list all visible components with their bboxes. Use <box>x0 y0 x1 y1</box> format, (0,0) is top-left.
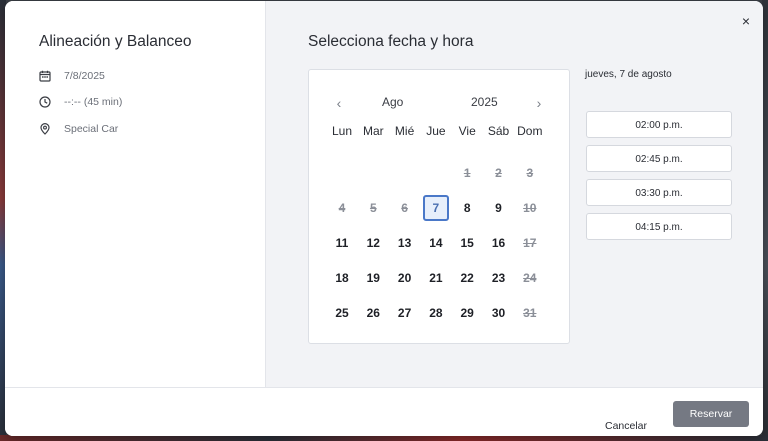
calendar-day[interactable]: 11 <box>329 230 355 256</box>
time-row: --:-- (45 min) <box>39 94 122 110</box>
service-summary-panel: Alineación y Balanceo 7/8/2025 --:-- (45… <box>5 1 266 387</box>
weekday-label: Vie <box>458 124 476 138</box>
service-date: 7/8/2025 <box>64 70 105 82</box>
weekday-label: Dom <box>517 124 543 138</box>
calendar-day[interactable]: 29 <box>454 300 480 326</box>
calendar-day[interactable]: 22 <box>454 265 480 291</box>
service-location: Special Car <box>64 123 119 135</box>
weekday-label: Jue <box>426 124 446 138</box>
calendar-day[interactable]: 30 <box>486 300 512 326</box>
calendar-day-selected[interactable]: 7 <box>422 195 449 221</box>
time-slot-button[interactable]: 02:00 p.m. <box>586 111 732 138</box>
calendar-day-disabled: 17 <box>523 236 537 250</box>
selected-date-label: jueves, 7 de agosto <box>585 69 672 80</box>
date-row: 7/8/2025 <box>39 68 105 84</box>
weekday-label: Mar <box>362 124 384 138</box>
day-grid: 1 2 3 4 5 6 7 8 9 10 11 12 13 14 15 16 17 18 19 20 21 22 23 24 2… <box>329 150 549 330</box>
year-selector[interactable]: 2025 <box>471 95 498 109</box>
location-pin-icon <box>40 123 50 135</box>
calendar-day[interactable]: 14 <box>423 230 449 256</box>
calendar-day[interactable]: 19 <box>360 265 386 291</box>
calendar-day-disabled: 6 <box>401 201 408 215</box>
cancel-button[interactable]: Cancelar <box>595 414 657 436</box>
weekday-header: Lun Mar Mié Jue Vie Sáb Dom <box>329 124 549 140</box>
booking-modal: Alineación y Balanceo 7/8/2025 --:-- (45… <box>5 1 763 436</box>
calendar-day-disabled: 24 <box>523 271 537 285</box>
next-month-button[interactable]: › <box>530 94 548 112</box>
scheduling-panel: Selecciona fecha y hora ‹ Ago 2025 › Lun… <box>266 1 763 387</box>
service-title: Alineación y Balanceo <box>39 33 192 50</box>
time-slot-button[interactable]: 03:30 p.m. <box>586 179 732 206</box>
location-row: Special Car <box>39 121 118 137</box>
clock-icon <box>39 96 51 108</box>
calendar-icon <box>39 70 51 82</box>
calendar-day[interactable]: 27 <box>392 300 418 326</box>
time-slot-button[interactable]: 04:15 p.m. <box>586 213 732 240</box>
calendar-day[interactable]: 18 <box>329 265 355 291</box>
weekday-label: Mié <box>394 124 415 138</box>
calendar-day-disabled: 10 <box>523 201 537 215</box>
close-icon[interactable]: × <box>738 13 754 29</box>
calendar-day[interactable]: 15 <box>454 230 480 256</box>
panel-title: Selecciona fecha y hora <box>308 33 474 50</box>
time-slot-button[interactable]: 02:45 p.m. <box>586 145 732 172</box>
prev-month-button[interactable]: ‹ <box>330 94 348 112</box>
calendar-day[interactable]: 21 <box>423 265 449 291</box>
calendar-day[interactable]: 12 <box>360 230 386 256</box>
calendar-day[interactable]: 20 <box>392 265 418 291</box>
calendar-day-disabled: 2 <box>495 166 502 180</box>
calendar-day-disabled: 31 <box>523 306 537 320</box>
weekday-label: Sáb <box>487 124 510 138</box>
calendar-day[interactable]: 9 <box>486 195 512 221</box>
reserve-button[interactable]: Reservar <box>673 401 749 427</box>
calendar-day-disabled: 5 <box>369 201 377 215</box>
month-selector[interactable]: Ago <box>382 95 403 109</box>
calendar-day[interactable]: 25 <box>329 300 355 326</box>
calendar-day[interactable]: 28 <box>423 300 449 326</box>
calendar-day[interactable]: 8 <box>454 195 480 221</box>
calendar-day[interactable]: 26 <box>360 300 386 326</box>
calendar-day[interactable]: 16 <box>486 230 512 256</box>
calendar-day-disabled: 3 <box>526 166 534 180</box>
calendar-day[interactable]: 13 <box>392 230 418 256</box>
calendar-day-disabled: 4 <box>338 201 346 215</box>
service-time: --:-- (45 min) <box>64 96 123 108</box>
calendar-day[interactable]: 23 <box>486 265 512 291</box>
weekday-label: Lun <box>331 124 353 138</box>
calendar: ‹ Ago 2025 › Lun Mar Mié Jue Vie Sáb Dom 12345… <box>308 69 570 344</box>
calendar-day-disabled: 1 <box>463 166 471 180</box>
